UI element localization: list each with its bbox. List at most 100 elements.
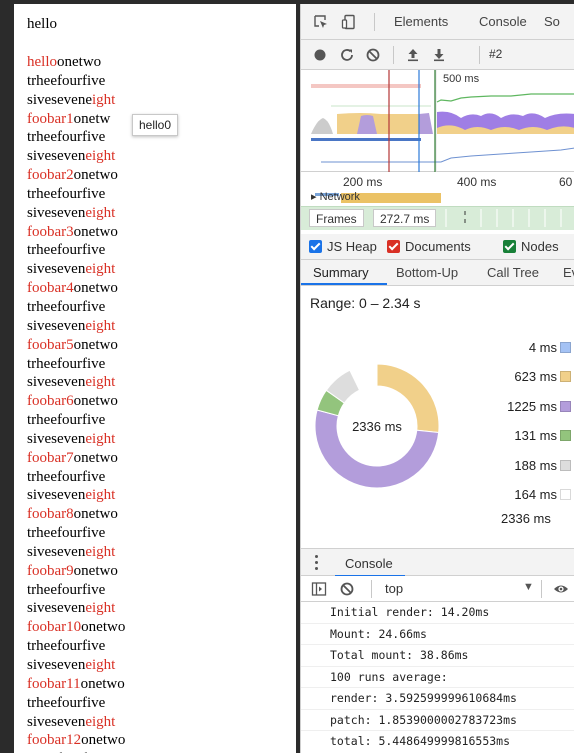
tab-elements[interactable]: Elements	[394, 14, 448, 29]
device-toolbar-icon[interactable]	[341, 14, 357, 30]
tab-sources[interactable]: So	[544, 14, 560, 29]
upload-icon[interactable]	[405, 47, 421, 63]
tabbar-divider	[374, 13, 375, 31]
text-segment: onetwo	[73, 167, 118, 184]
chevron-down-icon[interactable]: ▼	[523, 581, 534, 593]
tab-call-tree[interactable]: Call Tree	[487, 265, 539, 280]
checkbox-icon[interactable]	[503, 240, 516, 253]
legend-row: 1225 ms	[431, 397, 574, 417]
text-segment: onetwo	[73, 562, 118, 579]
text-segment: onetwo	[73, 336, 118, 353]
text-line: siveseveneight	[27, 430, 125, 449]
text-segment: trheefourfive	[27, 581, 106, 598]
sidebar-toggle-icon[interactable]	[311, 581, 327, 597]
record-icon[interactable]	[312, 47, 328, 63]
checkbox-nodes[interactable]: Nodes	[503, 239, 559, 255]
page-viewport: hello helloonetwo trheefourfive sivesevene…	[14, 4, 296, 753]
frames-label: Frames	[309, 209, 364, 227]
text-segment: siveseven	[27, 543, 86, 560]
recording-selector[interactable]: #2	[489, 47, 502, 61]
text-line: foobar8onetwo	[27, 505, 125, 524]
text-line: trheefourfive	[27, 355, 125, 374]
timeline-ruler: 200 ms 400 ms 60	[301, 172, 574, 192]
donut-total: 2336 ms	[352, 419, 402, 434]
toolbar-divider	[393, 46, 394, 64]
text-segment: trheefourfive	[27, 72, 106, 89]
range-label: Range: 0 – 2.34 s	[310, 295, 421, 311]
drawer-tab-console[interactable]: Console	[345, 556, 393, 571]
text-line: trheefourfive	[27, 298, 125, 317]
text-segment: trheefourfive	[27, 129, 106, 146]
text-segment: siveseven	[27, 374, 86, 391]
text-segment: onetwo	[73, 393, 118, 410]
text-segment: siveseven	[27, 261, 86, 278]
legend-row: 164 ms	[431, 485, 574, 505]
overview-graph	[311, 70, 574, 172]
text-segment: trheefourfive	[27, 694, 106, 711]
text-segment: onetwo	[57, 54, 102, 70]
reload-icon[interactable]	[339, 47, 355, 63]
donut-slice	[375, 363, 378, 387]
highlighted-text: foobar6	[27, 393, 74, 410]
text-segment: onetw	[73, 110, 111, 127]
legend-swatch	[560, 371, 571, 383]
tab-console[interactable]: Console	[479, 14, 527, 29]
inspect-element-icon[interactable]	[313, 14, 329, 30]
console-message: total: 5.448649999816553ms	[330, 734, 511, 748]
text-segment: onetwo	[81, 619, 126, 636]
highlighted-text: eight	[85, 657, 116, 673]
screen: hello helloonetwo trheefourfive sivesevene…	[0, 0, 574, 753]
highlighted-text: eight	[85, 374, 116, 391]
drawer-menu-icon[interactable]	[315, 555, 319, 571]
download-icon[interactable]	[431, 47, 447, 63]
text-segment: onetwo	[73, 506, 118, 523]
legend-swatch	[560, 430, 571, 442]
highlighted-text: eight	[85, 261, 116, 278]
legend-value: 164 ms	[514, 487, 557, 502]
text-segment: onetwo	[73, 280, 118, 297]
text-line: foobar5onetwo	[27, 336, 125, 355]
text-line: trheefourfive	[27, 468, 125, 487]
checkbox-js-heap[interactable]: JS Heap	[309, 239, 377, 255]
summary-donut-chart: 2336 ms	[314, 363, 440, 489]
text-line: trheefourfive	[27, 581, 125, 600]
text-line: foobar4onetwo	[27, 279, 125, 298]
checkbox-icon[interactable]	[309, 240, 322, 253]
tab-bottom-up[interactable]: Bottom-Up	[396, 265, 458, 280]
clear-console-icon[interactable]	[339, 581, 355, 597]
legend-row: 623 ms	[431, 367, 574, 387]
text-segment: trheefourfive	[27, 525, 106, 542]
highlighted-text: foobar2	[27, 167, 74, 184]
text-line: foobar7onetwo	[27, 449, 125, 468]
network-track-label[interactable]: ▸ Network	[311, 192, 360, 204]
overview-time-label: 500 ms	[443, 73, 480, 85]
legend-value: 131 ms	[514, 428, 557, 444]
highlighted-text: foobar10	[27, 619, 82, 636]
text-segment: siveseven	[27, 657, 86, 673]
clear-icon[interactable]	[365, 47, 381, 63]
tab-summary[interactable]: Summary	[313, 265, 369, 280]
highlighted-text: eight	[85, 204, 116, 221]
timeline-overview[interactable]: 500 ms	[301, 70, 574, 172]
text-segment: sivesevene	[27, 91, 92, 108]
console-toolbar: top ▼	[301, 576, 574, 602]
eye-icon[interactable]	[553, 581, 569, 597]
tab-event-log[interactable]: Ev	[563, 265, 574, 280]
checkbox-icon[interactable]	[387, 240, 400, 253]
text-segment: onetwo	[73, 449, 118, 466]
legend-swatch	[560, 459, 571, 471]
highlighted-text: eight	[85, 713, 116, 730]
console-message: Total mount: 38.86ms	[301, 645, 574, 667]
legend-row: 4 ms	[431, 338, 574, 358]
active-tab-indicator	[301, 283, 387, 285]
drawer-tabbar: Console	[301, 548, 574, 577]
text-line: trheefourfive	[27, 185, 125, 204]
text-line: foobar9onetwo	[27, 562, 125, 581]
checkbox-documents[interactable]: Documents	[387, 239, 471, 255]
text-line: trheefourfive	[27, 241, 125, 260]
text-segment: trheefourfive	[27, 638, 106, 655]
context-selector[interactable]: top	[385, 581, 403, 596]
frame-duration: 272.7 ms	[373, 209, 437, 227]
ruler-tick: 200 ms	[343, 175, 383, 189]
frames-track[interactable]: Frames 272.7 ms	[301, 206, 574, 230]
